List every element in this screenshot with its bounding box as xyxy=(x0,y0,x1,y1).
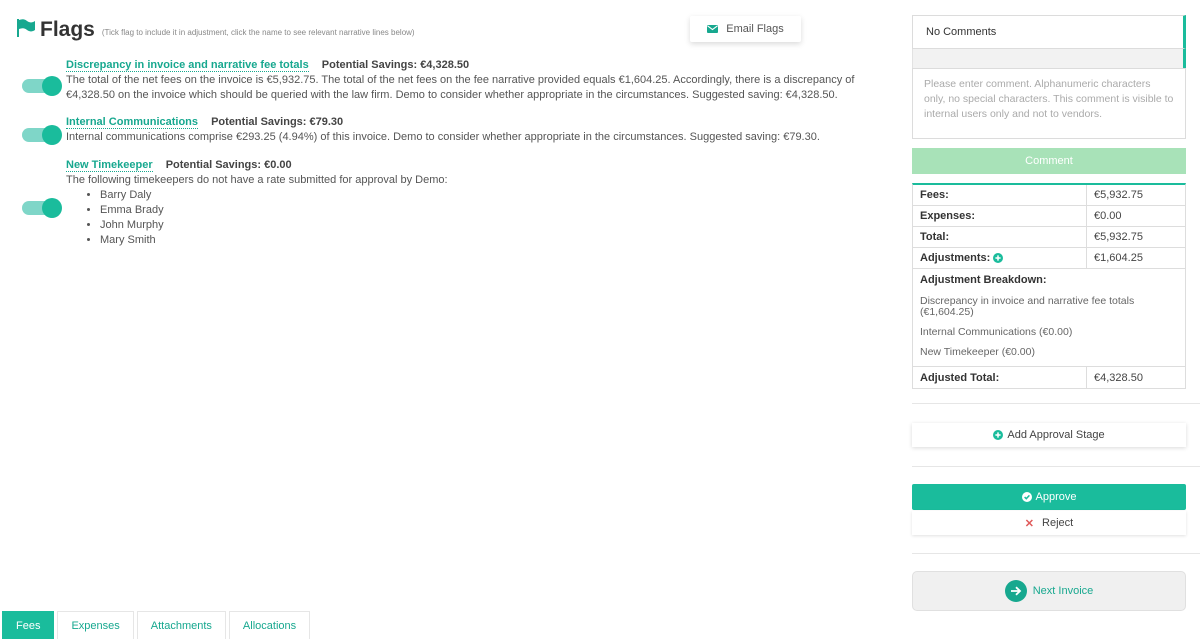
comment-button[interactable]: Comment xyxy=(912,148,1186,174)
reject-label: Reject xyxy=(1042,517,1074,529)
tab-fees[interactable]: Fees xyxy=(2,611,55,639)
toggle-knob xyxy=(42,125,62,145)
flag-savings: Potential Savings: €0.00 xyxy=(165,159,292,171)
adjustments-value: €1,604.25 xyxy=(1094,252,1143,264)
expenses-label: Expenses: xyxy=(913,206,1087,226)
flag-title-row: Discrepancy in invoice and narrative fee… xyxy=(66,58,856,73)
plus-circle-icon[interactable] xyxy=(993,253,1004,263)
table-row: Adjustments: €1,604.25 xyxy=(913,248,1185,269)
flag-savings: Potential Savings: €79.30 xyxy=(211,116,344,128)
plus-circle-icon xyxy=(993,430,1004,440)
flag-toggle-discrepancy[interactable] xyxy=(22,76,62,96)
approve-button[interactable]: Approve xyxy=(912,484,1186,510)
tab-allocations[interactable]: Allocations xyxy=(228,611,311,639)
fees-label: Fees: xyxy=(913,185,1087,205)
adjusted-total-label: Adjusted Total: xyxy=(913,367,1087,388)
bottom-tabs: Fees Expenses Attachments Allocations xyxy=(2,611,313,639)
adjustment-breakdown: Adjustment Breakdown: Discrepancy in inv… xyxy=(913,269,1185,367)
table-row: Expenses: €0.00 xyxy=(913,206,1185,227)
add-approval-stage-button[interactable]: Add Approval Stage xyxy=(912,423,1186,447)
list-item: Emma Brady xyxy=(100,203,856,218)
toggle-knob xyxy=(42,198,62,218)
comment-select-dropdown[interactable] xyxy=(912,49,1186,69)
flag-description: The following timekeepers do not have a … xyxy=(66,174,448,186)
next-invoice-label: Next Invoice xyxy=(1032,585,1094,597)
adjustments-label: Adjustments: xyxy=(920,252,991,264)
divider xyxy=(912,553,1200,554)
flag-title-row: Internal Communications Potential Saving… xyxy=(66,115,856,130)
adjustments-cell: Adjustments: xyxy=(913,248,1087,268)
comment-select-value: No Comments xyxy=(926,26,997,38)
flag-toggle-new-timekeeper[interactable] xyxy=(22,198,62,218)
breakdown-item: New Timekeeper (€0.00) xyxy=(920,346,1035,358)
comment-textarea[interactable]: Please enter comment. Alphanumeric chara… xyxy=(912,68,1186,139)
flag-name-link[interactable]: Discrepancy in invoice and narrative fee… xyxy=(66,59,309,72)
flag-icon xyxy=(17,19,35,37)
flag-body: Discrepancy in invoice and narrative fee… xyxy=(66,58,856,103)
breakdown-item: Internal Communications (€0.00) xyxy=(920,326,1073,338)
invoice-summary-table: Fees: €5,932.75 Expenses: €0.00 Total: €… xyxy=(912,183,1186,389)
tab-expenses[interactable]: Expenses xyxy=(57,611,134,639)
add-approval-stage-label: Add Approval Stage xyxy=(1007,429,1105,441)
table-row: Total: €5,932.75 xyxy=(913,227,1185,248)
comment-select[interactable]: No Comments xyxy=(912,15,1186,49)
list-item: Barry Daly xyxy=(100,188,856,203)
flag-description: Internal communications comprise €293.25… xyxy=(66,131,820,143)
breakdown-item: Discrepancy in invoice and narrative fee… xyxy=(920,295,1135,318)
reject-button[interactable]: ✕ Reject xyxy=(912,511,1186,535)
arrow-right-icon xyxy=(1004,580,1027,602)
flags-hint: (Tick flag to include it in adjustment, … xyxy=(101,28,415,37)
breakdown-title: Adjustment Breakdown: xyxy=(920,274,1047,286)
fees-value: €5,932.75 xyxy=(1094,189,1143,201)
email-flags-label: Email Flags xyxy=(726,23,784,35)
comment-placeholder: Please enter comment. Alphanumeric chara… xyxy=(924,78,1174,120)
flag-name-link[interactable]: New Timekeeper xyxy=(66,159,153,172)
approve-label: Approve xyxy=(1035,491,1077,503)
close-icon: ✕ xyxy=(1024,517,1035,530)
table-row: Adjusted Total: €4,328.50 xyxy=(913,367,1185,388)
flag-title-row: New Timekeeper Potential Savings: €0.00 xyxy=(66,158,856,173)
flag-body: New Timekeeper Potential Savings: €0.00 … xyxy=(66,158,856,248)
divider xyxy=(912,466,1200,467)
expenses-value: €0.00 xyxy=(1094,210,1122,222)
tab-attachments[interactable]: Attachments xyxy=(136,611,226,639)
list-item: John Murphy xyxy=(100,218,856,233)
flag-description: The total of the net fees on the invoice… xyxy=(66,74,855,101)
adjusted-total-value: €4,328.50 xyxy=(1094,371,1143,384)
timekeeper-list: Barry Daly Emma Brady John Murphy Mary S… xyxy=(100,188,856,248)
check-circle-icon xyxy=(1021,492,1032,502)
flag-savings: Potential Savings: €4,328.50 xyxy=(321,59,470,71)
total-label: Total: xyxy=(913,227,1087,247)
flag-toggle-internal-communications[interactable] xyxy=(22,125,62,145)
total-value: €5,932.75 xyxy=(1094,231,1143,243)
flag-name-link[interactable]: Internal Communications xyxy=(66,116,199,129)
divider xyxy=(912,403,1200,404)
list-item: Mary Smith xyxy=(100,233,856,248)
envelope-icon xyxy=(707,25,719,33)
table-row: Fees: €5,932.75 xyxy=(913,185,1185,206)
email-flags-button[interactable]: Email Flags xyxy=(690,16,801,42)
next-invoice-button[interactable]: Next Invoice xyxy=(912,571,1186,611)
flag-body: Internal Communications Potential Saving… xyxy=(66,115,856,145)
flags-header: Flags (Tick flag to include it in adjust… xyxy=(16,16,415,42)
page-title: Flags xyxy=(40,18,95,41)
toggle-knob xyxy=(42,76,62,96)
